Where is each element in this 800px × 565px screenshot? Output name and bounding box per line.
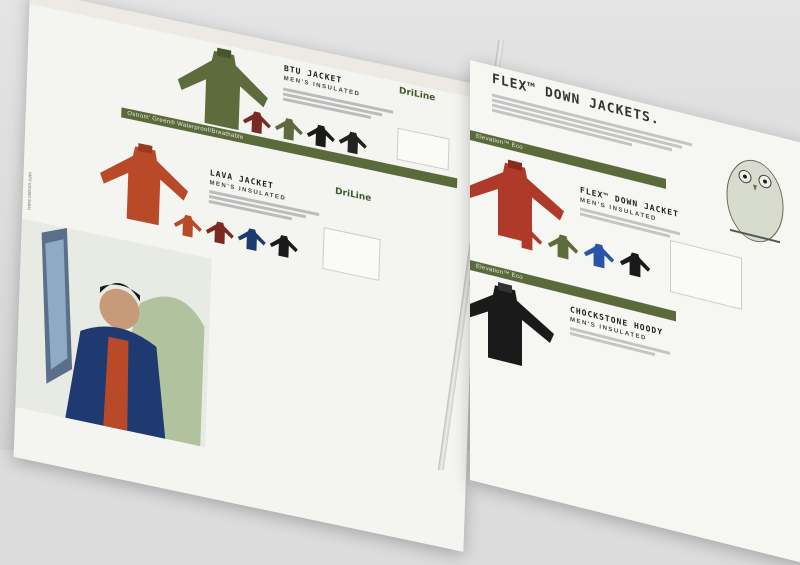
btu-features-box xyxy=(396,127,450,171)
owl-illustration xyxy=(710,130,800,267)
left-page: BTU JACKET MEN'S INSULATED DriLine Ostro… xyxy=(13,0,480,552)
lava-features-box xyxy=(322,227,381,281)
magazine-scene: BTU JACKET MEN'S INSULATED DriLine Ostro… xyxy=(0,0,800,565)
side-url: www.ostrom.com xyxy=(26,171,34,211)
climber-photo xyxy=(15,218,212,448)
right-page: FLEX™ DOWN JACKETS. Elevation™ Eco FLEX™… xyxy=(470,60,800,565)
driline-logo-mid: DriLine xyxy=(334,186,372,205)
